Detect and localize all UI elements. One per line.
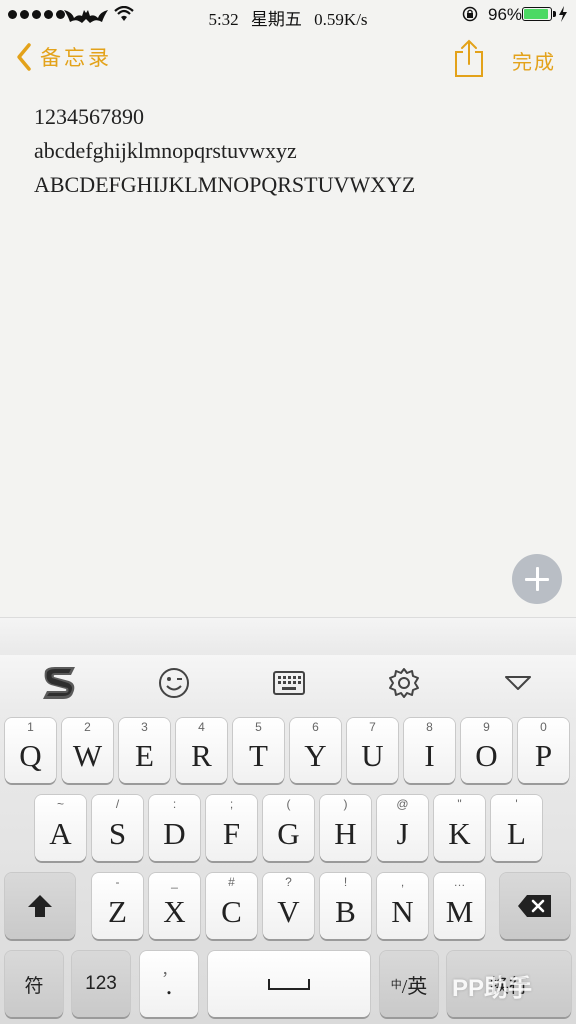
chevron-left-icon	[17, 43, 31, 71]
watermark: PP助手	[452, 975, 533, 1002]
key-x[interactable]: _ X	[149, 873, 200, 939]
battery-icon	[522, 7, 556, 21]
key-g[interactable]: (G	[263, 795, 314, 861]
symbols-key[interactable]: 符	[5, 951, 63, 1017]
done-button[interactable]: 完成	[512, 46, 556, 75]
note-text-area[interactable]: 1234567890 abcdefghijklmnopqrstuvwxyz AB…	[34, 100, 554, 202]
key-o[interactable]: 9O	[461, 718, 512, 783]
space-key[interactable]	[208, 951, 370, 1017]
battery-percent: 96%	[488, 5, 523, 24]
language-switch-key[interactable]: 中/英	[380, 951, 438, 1017]
back-button-label: 备忘录	[40, 46, 112, 70]
key-v[interactable]: ? V	[263, 873, 314, 939]
key-y[interactable]: 6Y	[290, 718, 341, 783]
key-f[interactable]: ; F	[206, 795, 257, 861]
note-line: abcdefghijklmnopqrstuvwxyz	[34, 138, 297, 163]
network-speed: 0.59K/s	[314, 10, 368, 29]
space-bar-icon	[268, 979, 310, 990]
key-h[interactable]: ) H	[320, 795, 371, 861]
add-button[interactable]	[512, 554, 562, 604]
key-c[interactable]: # C	[206, 873, 257, 939]
backspace-icon	[518, 895, 551, 917]
key-p[interactable]: 0P	[518, 718, 569, 783]
key-a[interactable]: ~ A	[35, 795, 86, 861]
navigation-bar: 备忘录 完成	[0, 30, 576, 88]
key-d[interactable]: :D	[149, 795, 200, 861]
note-line: ABCDEFGHIJKLMNOPQRSTUVWXYZ	[34, 172, 416, 197]
share-icon[interactable]	[454, 38, 484, 78]
keyboard-accessory-bar	[0, 617, 576, 656]
shift-key[interactable]	[5, 873, 75, 939]
key-q[interactable]: 1Q	[5, 718, 56, 783]
status-time: 5:32	[208, 10, 239, 29]
collapse-keyboard-icon[interactable]	[498, 663, 538, 703]
key-t[interactable]: 5T	[233, 718, 284, 783]
key-e[interactable]: 3E	[119, 718, 170, 783]
key-r[interactable]: 4R	[176, 718, 227, 783]
settings-icon[interactable]	[384, 663, 424, 703]
key-u[interactable]: 7U	[347, 718, 398, 783]
key-m[interactable]: … M	[434, 873, 485, 939]
key-s[interactable]: / S	[92, 795, 143, 861]
back-button[interactable]: 备忘录	[16, 42, 112, 72]
key-w[interactable]: 2W	[62, 718, 113, 783]
key-k[interactable]: " K	[434, 795, 485, 861]
status-bar: 5:32 星期五 0.59K/s 96%	[0, 0, 576, 30]
delete-key[interactable]	[500, 873, 570, 939]
numbers-key[interactable]: 123	[72, 951, 130, 1017]
key-i[interactable]: 8I	[404, 718, 455, 783]
key-n[interactable]: ,N	[377, 873, 428, 939]
emoji-icon[interactable]	[154, 663, 194, 703]
rotation-lock-icon	[462, 6, 478, 22]
key-b[interactable]: ! B	[320, 873, 371, 939]
key-z[interactable]: -Z	[92, 873, 143, 939]
keyboard-icon[interactable]	[269, 663, 309, 703]
charging-bolt-icon	[559, 6, 567, 22]
keyboard-toolbar	[0, 655, 576, 711]
sogou-logo-icon[interactable]	[40, 663, 80, 703]
status-weekday: 星期五	[250, 10, 302, 29]
key-j[interactable]: @ J	[377, 795, 428, 861]
shift-arrow-icon	[28, 895, 52, 917]
punctuation-key[interactable]: ， .	[140, 951, 198, 1017]
language-switch-label: 中/英	[390, 975, 428, 998]
note-line: 1234567890	[34, 104, 144, 129]
key-l[interactable]: ' L	[491, 795, 542, 861]
